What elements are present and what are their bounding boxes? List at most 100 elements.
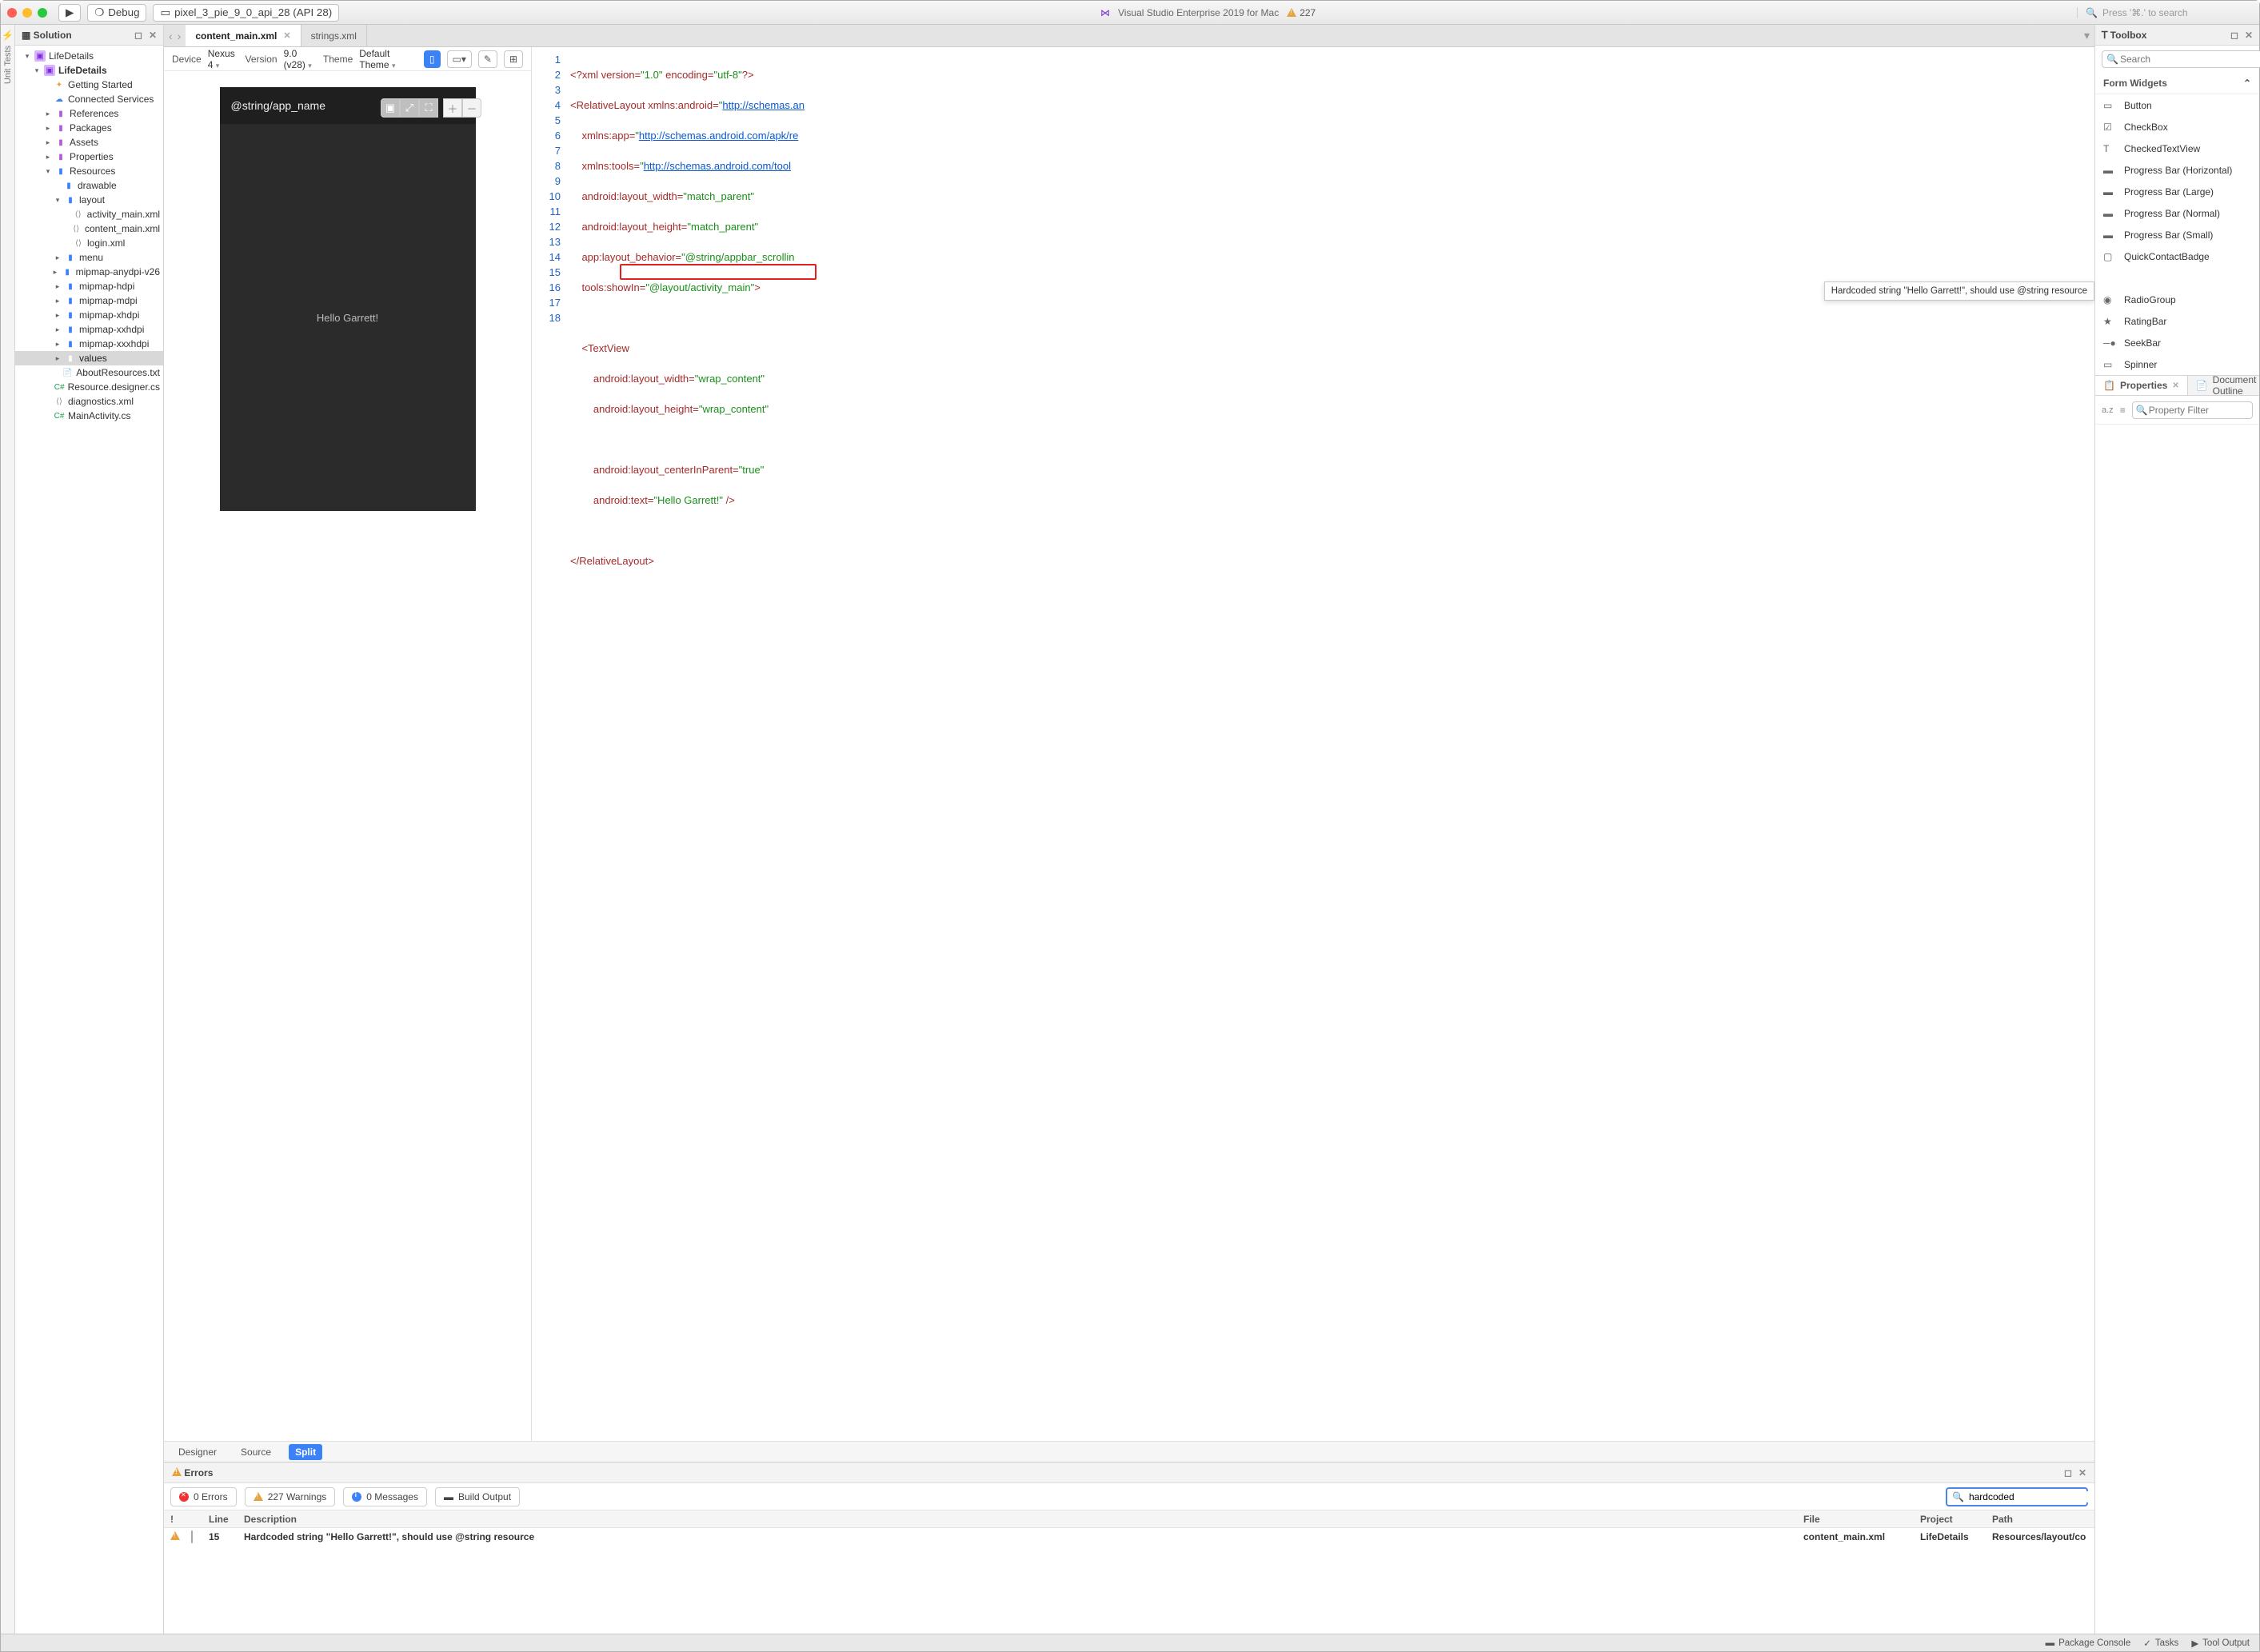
file-login[interactable]: login.xml [87,237,125,249]
filter-warnings[interactable]: 227 Warnings [245,1487,336,1506]
version-dropdown[interactable]: 9.0 (v28) ▾ [284,48,317,70]
toolbox-item[interactable]: ▬Progress Bar (Small) [2095,224,2259,245]
property-filter-input[interactable] [2132,401,2253,419]
errors-search[interactable]: 🔍 ⓧ [1946,1487,2088,1506]
zoom-icon[interactable] [38,8,47,18]
folder-mipmap[interactable]: mipmap-hdpi [79,281,134,292]
status-tasks[interactable]: ✓ Tasks [2143,1638,2178,1649]
close-icon[interactable] [7,8,17,18]
source-editor[interactable]: 123456789101112131415161718 <?xml versio… [532,47,2094,1441]
zoom-expand-icon[interactable]: ⤢ [400,98,419,118]
toolbox-item[interactable]: ─●SeekBar [2095,332,2259,353]
nav-fwd-icon[interactable]: › [178,30,182,42]
panel-dock-icon[interactable]: ◻ [134,30,142,41]
errors-search-input[interactable] [1969,1491,2093,1502]
tab-strings[interactable]: strings.xml [301,25,367,46]
orientation-portrait-button[interactable]: ▯ [424,50,441,68]
toolbox-item[interactable] [2095,267,2259,289]
folder-mipmap[interactable]: mipmap-mdpi [79,295,138,306]
folder-packages[interactable]: Packages [70,122,112,134]
close-icon[interactable]: ✕ [2172,381,2178,390]
minimize-icon[interactable] [22,8,32,18]
bolt-icon[interactable]: ⚡ [2,30,14,41]
folder-resources[interactable]: Resources [70,166,115,177]
sort-az[interactable]: a.z [2102,405,2114,415]
filter-errors[interactable]: 0 Errors [170,1487,237,1506]
connected-services[interactable]: Connected Services [68,94,154,105]
group-icon[interactable]: ≡ [2120,405,2126,416]
toolbox-item[interactable]: ▢QuickContactBadge [2095,245,2259,267]
toolbox-item[interactable]: TCheckedTextView [2095,138,2259,159]
project-node[interactable]: LifeDetails [58,65,107,76]
row-checkbox[interactable] [191,1530,193,1543]
file-main-activity[interactable]: MainActivity.cs [68,410,130,421]
file-diagnostics[interactable]: diagnostics.xml [68,396,134,407]
folder-mipmap[interactable]: mipmap-xxhdpi [79,324,144,335]
theme-dropdown[interactable]: Default Theme ▾ [359,48,411,70]
tab-split[interactable]: Split [289,1444,322,1460]
status-tool-output[interactable]: ▶ Tool Output [2191,1638,2250,1649]
tab-source[interactable]: Source [234,1444,278,1460]
toolbox-item[interactable]: ▭Spinner [2095,353,2259,375]
folder-assets[interactable]: Assets [70,137,98,148]
toolbox-item[interactable]: ◉RadioGroup [2095,289,2259,310]
panel-close-icon[interactable]: ✕ [149,30,157,41]
folder-menu[interactable]: menu [79,252,103,263]
tab-document-outline[interactable]: 📄Document Outline [2188,376,2260,395]
config-selector[interactable]: ❍Debug [87,4,146,22]
toolbox-item[interactable]: ▬Progress Bar (Large) [2095,181,2259,202]
device-selector[interactable]: ▭pixel_3_pie_9_0_api_28 (API 28) [153,4,339,22]
panel-close-icon[interactable]: ✕ [2245,30,2253,41]
tab-content-main[interactable]: content_main.xml✕ [186,25,301,46]
device-preview[interactable]: @string/app_name Hello Garrett! [220,87,476,511]
file-content-main[interactable]: content_main.xml [85,223,160,234]
toolbox-search-input[interactable] [2102,50,2260,68]
global-search[interactable]: 🔍 Press '⌘.' to search [2077,7,2253,18]
folder-drawable[interactable]: drawable [78,180,117,191]
status-package-console[interactable]: ▬ Package Console [2046,1638,2131,1648]
toolbox-item[interactable]: ▭Button [2095,94,2259,116]
getting-started[interactable]: Getting Started [68,79,133,90]
toolbox-item[interactable]: ▬Progress Bar (Normal) [2095,202,2259,224]
warning-badge[interactable]: 227 [1287,7,1316,18]
toolbox-item[interactable]: ★RatingBar [2095,310,2259,332]
orientation-landscape-button[interactable]: ▭▾ [447,50,472,68]
toolbox-group-header[interactable]: Form Widgets ⌃ [2095,73,2259,94]
chevron-up-icon: ⌃ [2243,78,2251,89]
panel-close-icon[interactable]: ✕ [2078,1467,2086,1478]
folder-layout[interactable]: layout [79,194,105,206]
file-about-resources[interactable]: AboutResources.txt [76,367,160,378]
build-output-button[interactable]: ▬Build Output [435,1487,520,1506]
folder-values[interactable]: values [79,353,107,364]
solution-tree[interactable]: ▾▣LifeDetails ▾▣LifeDetails ✦Getting Sta… [15,46,163,1634]
folder-mipmap[interactable]: mipmap-xxxhdpi [79,338,149,349]
zoom-fit-icon[interactable]: ▣ [381,98,400,118]
filter-messages[interactable]: 0 Messages [343,1487,427,1506]
panel-dock-icon[interactable]: ◻ [2230,30,2238,41]
code-content[interactable]: <?xml version="1.0" encoding="utf-8"?> <… [567,47,2094,1441]
zoom-actual-icon[interactable]: ⛶ [419,98,438,118]
unit-tests-tab[interactable]: Unit Tests [3,46,13,84]
nav-back-icon[interactable]: ‹ [169,30,173,42]
folder-mipmap[interactable]: mipmap-xhdpi [79,309,139,321]
close-tab-icon[interactable]: ✕ [283,30,290,41]
tab-overflow-icon[interactable]: ▾ [2084,29,2090,42]
toolbox-item[interactable]: ▬Progress Bar (Horizontal) [2095,159,2259,181]
designer-tool-button[interactable]: ✎ [478,50,497,68]
solution-root[interactable]: LifeDetails [49,50,94,62]
toolbox-item[interactable]: ☑CheckBox [2095,116,2259,138]
designer-grid-button[interactable]: ⊞ [504,50,523,68]
error-row[interactable]: 15 Hardcoded string "Hello Garrett!", sh… [164,1528,2094,1546]
panel-dock-icon[interactable]: ◻ [2064,1467,2072,1478]
folder-references[interactable]: References [70,108,118,119]
tab-properties[interactable]: 📋Properties✕ [2095,376,2188,395]
folder-properties[interactable]: Properties [70,151,114,162]
device-dropdown[interactable]: Nexus 4 ▾ [208,48,239,70]
file-activity-main[interactable]: activity_main.xml [87,209,160,220]
file-resource-designer[interactable]: Resource.designer.cs [68,381,160,393]
zoom-out-icon[interactable]: － [462,98,481,118]
zoom-in-icon[interactable]: ＋ [443,98,462,118]
folder-mipmap[interactable]: mipmap-anydpi-v26 [76,266,160,277]
run-button[interactable]: ▶ [58,4,81,22]
tab-designer[interactable]: Designer [172,1444,223,1460]
